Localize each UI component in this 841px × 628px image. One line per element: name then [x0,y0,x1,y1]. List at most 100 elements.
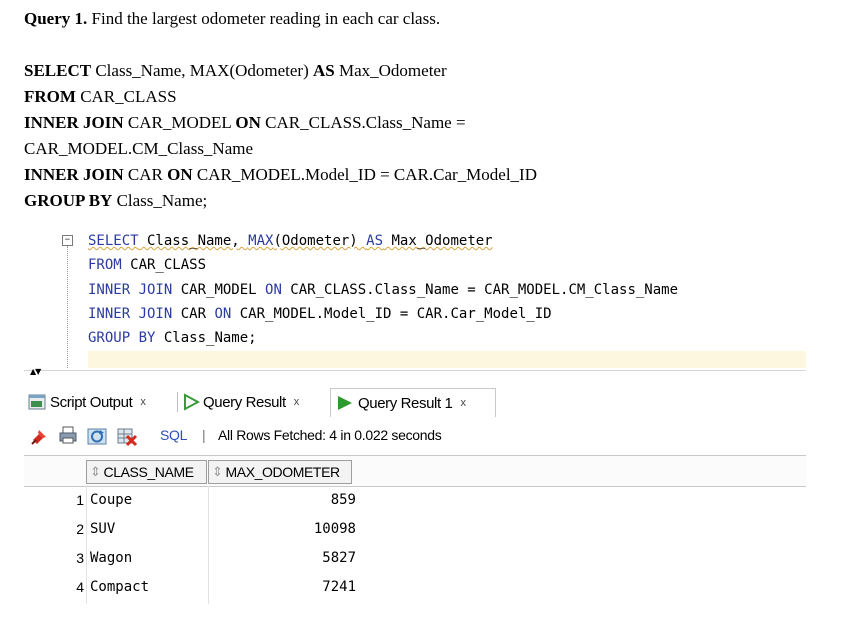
editor-keyword: INNER JOIN [88,306,173,322]
editor-text: CAR_CLASS.Class_Name = CAR_MODEL.CM_Clas… [281,282,679,298]
editor-line-1[interactable]: SELECT Class_Name, MAX(Odometer) AS Max_… [88,233,493,249]
editor-line-5[interactable]: GROUP BY Class_Name; [88,330,257,346]
row-number: 3 [76,550,84,566]
row-number: 1 [76,492,84,508]
sql-text: Max_Odometer [334,61,447,80]
editor-text: Max_Odometer [383,233,493,249]
close-icon[interactable]: x [294,396,300,408]
script-icon [28,394,46,410]
editor-keyword: FROM [88,257,122,273]
editor-line-3[interactable]: INNER JOIN CAR_MODEL ON CAR_CLASS.Class_… [88,282,678,298]
cell-class-name[interactable]: SUV [90,521,115,537]
pin-icon[interactable] [30,426,50,446]
tab-script-output[interactable]: Script Output x [28,388,146,416]
editor-line-2[interactable]: FROM CAR_CLASS [88,257,206,273]
sql-keyword: ON [235,113,261,132]
editor-keyword: ON [214,306,232,322]
current-line-highlight [88,351,806,368]
cell-class-name[interactable]: Wagon [90,550,132,566]
column-header-label: MAX_ODOMETER [225,464,341,480]
sql-text: CAR_MODEL [123,113,236,132]
result-toolbar: SQL | All Rows Fetched: 4 in 0.022 secon… [24,422,806,452]
sql-line-4: CAR_MODEL.CM_Class_Name [24,136,253,162]
query-heading: Query 1. Find the largest odometer readi… [24,6,440,32]
editor-function: MAX [248,233,274,249]
editor-text: Class_Name; [155,330,257,346]
editor-text: CAR_CLASS [121,257,207,273]
sql-link[interactable]: SQL [160,427,187,443]
cell-class-name[interactable]: Compact [90,579,149,595]
fold-guide [67,246,68,368]
output-tabs: Script Output x Query Result x Query Res… [24,384,806,418]
column-header-label: CLASS_NAME [103,464,195,480]
play-icon [184,393,200,411]
column-header-class-name[interactable]: ⇕ CLASS_NAME [86,460,207,484]
sql-keyword: ON [167,165,193,184]
cell-class-name[interactable]: Coupe [90,492,132,508]
table-row[interactable]: 1 Coupe 859 [24,486,364,515]
tab-query-result[interactable]: Query Result x [182,388,299,416]
sql-keyword: INNER JOIN [24,113,124,132]
grid-header: ⇕ CLASS_NAME ⇕ MAX_ODOMETER [24,455,806,487]
cell-max-odometer[interactable]: 10098 [204,521,356,537]
editor-text: CAR_MODEL.Model_ID = CAR.Car_Model_ID [231,306,552,322]
sql-line-5: INNER JOIN CAR ON CAR_MODEL.Model_ID = C… [24,162,537,188]
sql-text: CAR_CLASS.Class_Name = [260,113,466,132]
sql-keyword: SELECT [24,61,92,80]
sql-keyword: AS [313,61,335,80]
sort-icon[interactable]: ⇕ [212,464,223,480]
editor-text: CAR_MODEL [172,282,266,298]
sql-keyword: FROM [24,87,76,106]
fetch-status: All Rows Fetched: 4 in 0.022 seconds [218,427,442,443]
tab-label: Query Result [203,393,286,411]
sql-keyword: INNER JOIN [24,165,124,184]
close-icon[interactable]: x [460,397,466,409]
sql-text: CAR [123,165,168,184]
row-number: 2 [76,521,84,537]
cell-max-odometer[interactable]: 859 [204,492,356,508]
editor-keyword: SELECT [88,233,139,249]
editor-keyword: GROUP BY [88,330,156,346]
panel-splitter[interactable] [24,370,806,377]
editor-keyword: INNER JOIN [88,282,173,298]
tab-label: Query Result 1 [358,394,453,412]
export-icon[interactable] [116,425,138,447]
editor-line-4[interactable]: INNER JOIN CAR ON CAR_MODEL.Model_ID = C… [88,306,552,322]
sql-line-1: SELECT Class_Name, MAX(Odometer) AS Max_… [24,58,447,84]
sql-text: CAR_MODEL.CM_Class_Name [24,139,254,158]
cell-max-odometer[interactable]: 7241 [204,579,356,595]
collapse-icon[interactable]: − [62,235,73,246]
close-icon[interactable]: x [140,396,146,408]
sort-icon[interactable]: ⇕ [90,464,101,480]
sql-line-3: INNER JOIN CAR_MODEL ON CAR_CLASS.Class_… [24,110,466,136]
sql-keyword: GROUP BY [24,191,113,210]
editor-text: (Odometer) [273,233,367,249]
column-header-max-odometer[interactable]: ⇕ MAX_ODOMETER [208,460,352,484]
play-icon [338,396,352,410]
table-row[interactable]: 2 SUV 10098 [24,515,364,544]
table-row[interactable]: 3 Wagon 5827 [24,544,364,573]
sql-text: CAR_CLASS [75,87,177,106]
tab-label: Script Output [50,393,133,411]
editor-text: CAR [172,306,215,322]
toolbar-divider: | [202,427,206,443]
print-icon[interactable] [58,425,78,445]
sql-line-6: GROUP BY Class_Name; [24,188,207,214]
sql-text: Class_Name; [112,191,208,210]
editor-text: Class_Name, [138,233,249,249]
cell-max-odometer[interactable]: 5827 [204,550,356,566]
row-number: 4 [76,579,84,595]
sql-editor[interactable]: − SELECT Class_Name, MAX(Odometer) AS Ma… [60,228,806,368]
tab-divider [177,392,178,412]
tab-query-result-1[interactable]: Query Result 1 x [330,388,496,417]
table-row[interactable]: 4 Compact 7241 [24,573,364,602]
editor-keyword: ON [265,282,282,298]
query-description: Find the largest odometer reading in eac… [91,9,441,28]
sql-line-2: FROM CAR_CLASS [24,84,177,110]
refresh-icon[interactable] [86,425,108,447]
sql-text: CAR_MODEL.Model_ID = CAR.Car_Model_ID [192,165,537,184]
splitter-arrows-icon[interactable]: ▲▼ [30,367,41,376]
editor-keyword: AS [366,233,384,249]
sql-text: Class_Name, MAX(Odometer) [91,61,313,80]
query-label: Query 1. [24,9,88,28]
